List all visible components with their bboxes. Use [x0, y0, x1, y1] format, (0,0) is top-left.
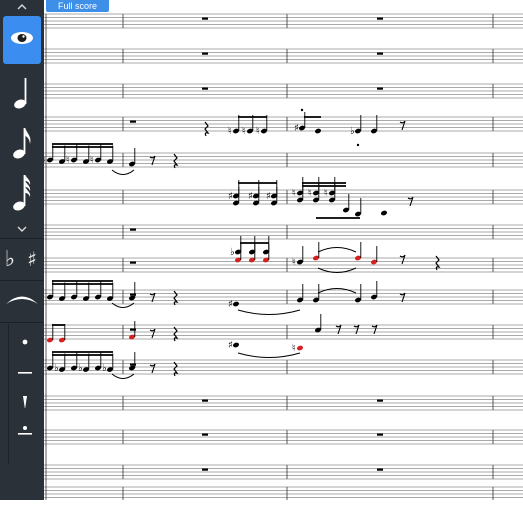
staccato-icon [21, 333, 29, 351]
measure-rest [377, 433, 383, 436]
staccatissimo-icon [21, 395, 29, 414]
accidental-mark: ♮ [228, 126, 232, 137]
tenuto-icon [17, 363, 33, 381]
eighth-rest [407, 196, 414, 207]
measure-rest [377, 399, 383, 402]
measure-rest [377, 87, 383, 90]
tie-slur [317, 247, 357, 253]
accidental-mark: ♭ [54, 363, 59, 374]
eye-icon [9, 30, 35, 51]
staccato-dot [300, 108, 304, 112]
accidental-mark: ♮ [292, 257, 296, 268]
accidental-mark: ♯ [228, 340, 233, 351]
accidental-mark: ♯ [228, 299, 233, 310]
staccatissimo-button[interactable] [12, 392, 38, 416]
measure-rest [130, 228, 136, 231]
note-input-palette: ♭ ♯ [0, 0, 44, 500]
accidental-mark: ♮ [324, 188, 328, 199]
accidental-mark: ♮ [292, 188, 296, 199]
tie-slur [111, 373, 135, 379]
flat-icon: ♭ [4, 246, 16, 272]
palette-divider [0, 322, 44, 323]
tenuto-button[interactable] [12, 360, 38, 384]
quarter-rest [173, 153, 179, 169]
tenuto-staccato-icon [17, 424, 33, 445]
tie-slur [317, 288, 357, 294]
quarter-rest [173, 290, 179, 306]
staccato-dot [356, 143, 360, 147]
thirty-second-note-icon [11, 173, 33, 218]
measure-rest [202, 433, 208, 436]
accidental-mark: ♮ [308, 188, 312, 199]
accidental-mark: ♯ [228, 191, 233, 202]
accidental-mark: ♮ [256, 126, 260, 137]
palette-scroll-down-icon[interactable] [0, 222, 44, 236]
palette-divider [0, 280, 44, 281]
eighth-note-icon [11, 125, 33, 166]
palette-column-divider [8, 324, 9, 464]
notehead [380, 210, 388, 216]
accidental-mark: ♭ [102, 363, 107, 374]
tie-slur [111, 169, 135, 175]
eighth-rest [353, 324, 360, 335]
measure-rest [377, 468, 383, 471]
quarter-note-icon [12, 75, 32, 116]
accidental-mark: ♮ [44, 155, 46, 166]
eighth-rest [371, 324, 378, 335]
measure-rest [202, 52, 208, 55]
measure-rest [202, 87, 208, 90]
tie-slur [237, 352, 301, 358]
measure-rest [202, 399, 208, 402]
accidental-mark: ♮ [292, 343, 296, 354]
view-tool-button[interactable] [3, 16, 41, 64]
notehead [232, 342, 240, 348]
sharp-icon: ♯ [27, 247, 37, 271]
measure-rest [202, 468, 208, 471]
measure-rest [377, 52, 383, 55]
tie-slur [237, 309, 301, 315]
slur-button[interactable] [3, 286, 41, 316]
measure-rest [202, 17, 208, 20]
eighth-rest [399, 254, 406, 265]
eighth-rest [399, 120, 406, 131]
tenuto-staccato-button[interactable] [12, 422, 38, 446]
flat-button[interactable]: ♭ [0, 244, 20, 274]
accidental-mark: ♯ [248, 191, 253, 202]
accidental-mark: ♭ [78, 363, 83, 374]
sharp-button[interactable]: ♯ [22, 244, 42, 274]
palette-scroll-up-icon[interactable] [0, 0, 44, 14]
accidental-mark: ♯ [266, 191, 271, 202]
accidental-mark: ♮ [242, 126, 246, 137]
accidental-mark: ♭ [230, 247, 235, 258]
measure-rest [130, 120, 136, 123]
notehead [232, 301, 240, 307]
eighth-rest [335, 324, 342, 335]
score-canvas[interactable]: ♮ ♮ ♮ ♭ ♭ ♭ ♮ ♮ ♮ ♯ ♭ ♯ ♯ ♯ ♮ ♮ ♮ ♭ ♮ ♯ ♯ ♮ [42, 0, 523, 502]
slur-icon [5, 292, 39, 311]
eighth-rest [149, 363, 156, 374]
measure-rest [377, 17, 383, 20]
notehead [296, 345, 304, 351]
eighth-rest [149, 328, 156, 339]
score-notation[interactable]: ♮ ♮ ♮ ♭ ♭ ♭ ♮ ♮ ♮ ♯ ♭ ♯ ♯ ♯ ♮ ♮ ♮ ♭ ♮ ♯ ♯ ♮ [42, 0, 523, 502]
palette-divider [0, 238, 44, 239]
quarter-note-button[interactable] [3, 72, 41, 118]
accidental-mark: ♮ [66, 155, 70, 166]
full-score-tab[interactable]: Full score [46, 0, 110, 12]
accidental-mark: ♭ [350, 126, 355, 137]
accidental-mark: ♮ [90, 155, 94, 166]
accidental-mark: ♯ [294, 123, 299, 134]
eighth-note-button[interactable] [3, 122, 41, 168]
measure-rest [130, 261, 136, 264]
staccato-button[interactable] [12, 330, 38, 354]
notehead [314, 128, 322, 134]
thirty-second-note-button[interactable] [3, 172, 41, 218]
